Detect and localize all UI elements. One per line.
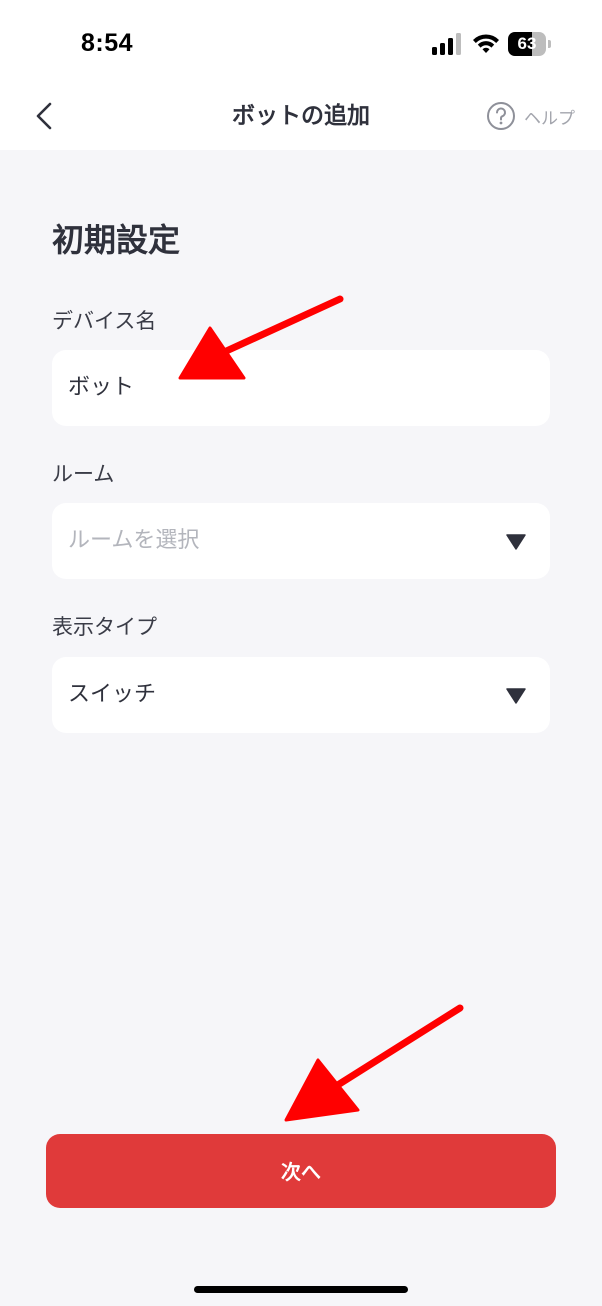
home-indicator: [194, 1286, 408, 1293]
help-label: ヘルプ: [524, 108, 575, 129]
device-name-input[interactable]: ボット: [52, 350, 550, 426]
display-type-value: スイッチ: [68, 682, 157, 707]
chevron-down-icon: [506, 534, 526, 550]
battery-level: 63: [517, 34, 537, 53]
signal-icon: [432, 33, 461, 55]
wifi-icon: [473, 34, 499, 53]
display-type-label: 表示タイプ: [52, 615, 157, 639]
nav-bar: ボットの追加 ヘルプ: [0, 82, 602, 150]
chevron-down-icon: [506, 688, 526, 704]
room-label: ルーム: [52, 462, 115, 486]
back-button[interactable]: [26, 94, 66, 138]
room-select[interactable]: ルームを選択: [52, 503, 550, 579]
chevron-left-icon: [36, 102, 52, 130]
question-circle-icon: [487, 102, 515, 130]
help-button[interactable]: ヘルプ: [486, 100, 575, 132]
next-button[interactable]: 次へ: [46, 1134, 556, 1208]
status-bar: 8:54 63: [0, 0, 602, 82]
room-placeholder: ルームを選択: [68, 528, 200, 553]
battery-icon: 63: [508, 32, 552, 56]
section-title: 初期設定: [52, 221, 181, 259]
annotation-arrows: [178, 295, 464, 1122]
display-type-select[interactable]: スイッチ: [52, 657, 550, 733]
device-name-value: ボット: [68, 375, 135, 400]
status-time: 8:54: [81, 29, 134, 57]
page-title: ボットの追加: [232, 103, 370, 129]
device-name-label: デバイス名: [52, 309, 157, 333]
annotation-arrow-next-button: [284, 1004, 464, 1122]
